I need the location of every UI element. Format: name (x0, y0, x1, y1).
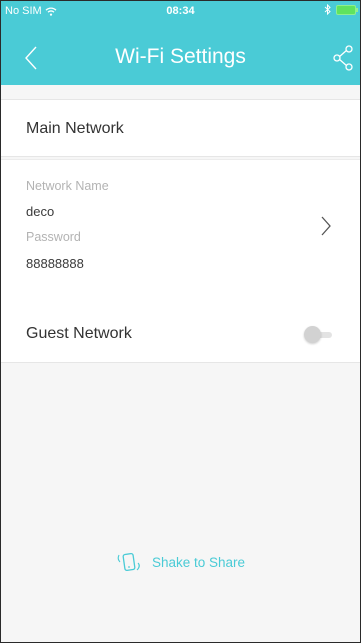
network-name-value: deco (26, 204, 55, 219)
nav-bar: Wi-Fi Settings (1, 35, 360, 81)
guest-network-label: Guest Network (26, 325, 132, 342)
password-label: Password (26, 230, 81, 244)
status-time: 08:34 (166, 5, 195, 17)
shake-to-share[interactable]: Shake to Share (1, 549, 360, 575)
chevron-right-icon[interactable] (320, 215, 332, 237)
shake-phone-icon (117, 552, 140, 572)
page-title: Wi-Fi Settings (115, 45, 246, 68)
guest-network-row: Guest Network (1, 289, 360, 363)
main-network-title: Main Network (26, 120, 124, 137)
password-value: 88888888 (26, 256, 84, 271)
shake-label: Shake to Share (151, 554, 246, 570)
status-bar: No SIM 08:34 (1, 1, 360, 21)
status-icons (324, 4, 358, 15)
main-network-header: Main Network (1, 99, 360, 157)
header: No SIM 08:34 Wi-Fi Settings (1, 1, 360, 85)
bluetooth-icon (324, 4, 331, 15)
toggle-knob (304, 326, 321, 343)
share-icon[interactable] (332, 45, 354, 71)
battery-icon (336, 4, 358, 15)
app-screen: No SIM 08:34 Wi-Fi Settings Main Network… (0, 0, 361, 643)
main-network-row[interactable]: Network Name deco Password 88888888 (1, 159, 360, 289)
network-name-label: Network Name (26, 179, 109, 193)
guest-network-toggle[interactable] (304, 326, 334, 344)
